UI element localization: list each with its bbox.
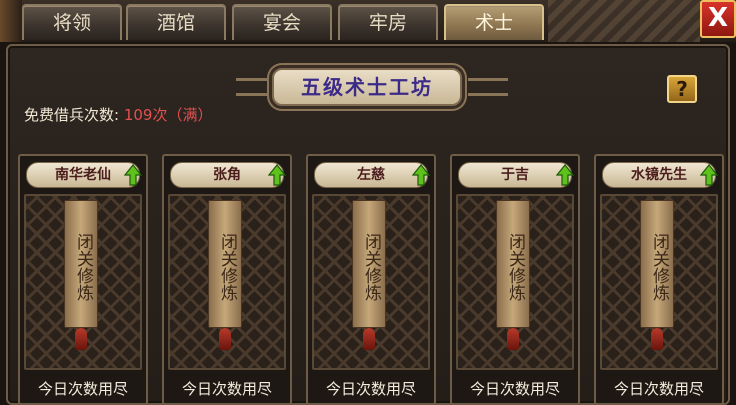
up-arrow-icon[interactable] bbox=[124, 164, 142, 186]
free-count-value: 109次（满） bbox=[123, 106, 213, 124]
up-arrow-icon[interactable] bbox=[268, 164, 286, 186]
help-button[interactable]: ? bbox=[667, 75, 697, 103]
close-button[interactable]: X bbox=[700, 0, 736, 38]
sorcerer-name: 于吉 bbox=[458, 162, 572, 188]
seclusion-scroll: 闭关修炼 bbox=[640, 200, 674, 328]
question-mark-icon: ? bbox=[676, 77, 688, 101]
title-ornament-left bbox=[236, 78, 276, 96]
tassel-ornament bbox=[651, 328, 663, 350]
seclusion-scroll: 闭关修炼 bbox=[64, 200, 98, 328]
free-borrow-count: 免费借兵次数: 109次（满） bbox=[24, 104, 212, 126]
daily-status: 今日次数用尽 bbox=[325, 380, 416, 398]
sorcerer-name: 水镜先生 bbox=[602, 162, 716, 188]
sorcerer-card[interactable]: 于吉闭关修炼今日次数用尽 bbox=[450, 154, 580, 405]
up-arrow-icon[interactable] bbox=[700, 164, 718, 186]
sorcerer-card[interactable]: 左慈闭关修炼今日次数用尽 bbox=[306, 154, 436, 405]
tassel-ornament bbox=[507, 328, 519, 350]
sorcerer-name: 南华老仙 bbox=[26, 162, 140, 188]
up-arrow-icon[interactable] bbox=[412, 164, 430, 186]
seclusion-scroll: 闭关修炼 bbox=[208, 200, 242, 328]
daily-status: 今日次数用尽 bbox=[469, 380, 560, 398]
tab-tavern[interactable]: 酒馆 bbox=[126, 4, 226, 40]
sorcerer-card[interactable]: 水镜先生闭关修炼今日次数用尽 bbox=[594, 154, 724, 405]
sorcerer-card[interactable]: 南华老仙闭关修炼今日次数用尽 bbox=[18, 154, 148, 405]
tab-prison[interactable]: 牢房 bbox=[338, 4, 438, 40]
close-icon: X bbox=[707, 3, 729, 33]
daily-status: 今日次数用尽 bbox=[37, 380, 128, 398]
tassel-ornament bbox=[219, 328, 231, 350]
tab-banquet[interactable]: 宴会 bbox=[232, 4, 332, 40]
daily-status: 今日次数用尽 bbox=[613, 380, 704, 398]
panel-title: 五级术士工坊 bbox=[272, 68, 462, 106]
up-arrow-icon[interactable] bbox=[556, 164, 574, 186]
sorcerer-card[interactable]: 张角闭关修炼今日次数用尽 bbox=[162, 154, 292, 405]
sorcerer-name: 左慈 bbox=[314, 162, 428, 188]
free-count-label: 免费借兵次数: bbox=[24, 106, 120, 124]
daily-status: 今日次数用尽 bbox=[181, 380, 272, 398]
tassel-ornament bbox=[75, 328, 87, 350]
tab-generals[interactable]: 将领 bbox=[22, 4, 122, 40]
tab-sorcerer[interactable]: 术士 bbox=[444, 4, 544, 40]
seclusion-scroll: 闭关修炼 bbox=[496, 200, 530, 328]
seclusion-scroll: 闭关修炼 bbox=[352, 200, 386, 328]
sorcerer-name: 张角 bbox=[170, 162, 284, 188]
top-decoration-right bbox=[548, 0, 700, 42]
title-ornament-right bbox=[468, 78, 508, 96]
tassel-ornament bbox=[363, 328, 375, 350]
top-decoration-left bbox=[0, 0, 22, 42]
